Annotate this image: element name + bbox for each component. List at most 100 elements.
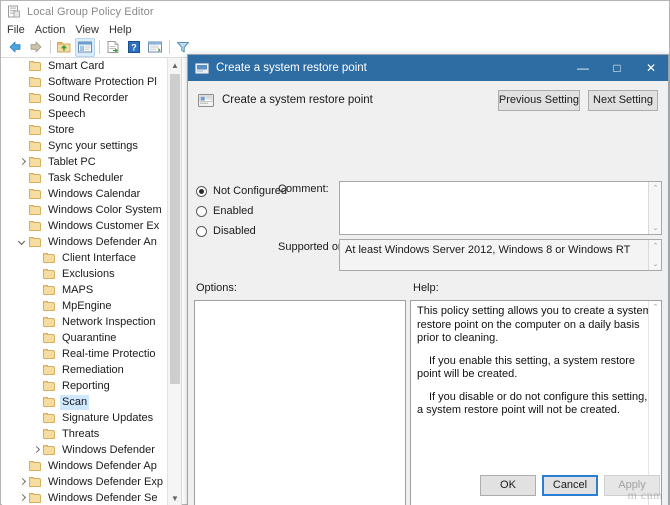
tree-item[interactable]: Windows Calendar bbox=[2, 186, 167, 202]
folder-icon bbox=[43, 428, 56, 440]
window-title: Local Group Policy Editor bbox=[27, 6, 154, 18]
tree-item[interactable]: Windows Color System bbox=[2, 202, 167, 218]
folder-icon bbox=[29, 108, 42, 120]
tree-item[interactable]: Windows Defender bbox=[2, 442, 167, 458]
folder-icon bbox=[29, 92, 42, 104]
radio-disabled[interactable]: Disabled bbox=[196, 221, 306, 241]
menu-action[interactable]: Action bbox=[33, 23, 74, 37]
chevron-down-icon[interactable] bbox=[16, 234, 29, 250]
menu-help[interactable]: Help bbox=[107, 23, 140, 37]
tree-item[interactable]: Windows Defender Exp bbox=[2, 474, 167, 490]
tree-item[interactable]: MpEngine bbox=[2, 298, 167, 314]
tree-item[interactable]: Scan bbox=[2, 394, 167, 410]
tree-item[interactable]: Remediation bbox=[2, 362, 167, 378]
tree-item-label: Reporting bbox=[62, 379, 110, 392]
comment-scroll-up-icon[interactable]: ⌃ bbox=[649, 182, 661, 194]
help-scroll-up-icon[interactable]: ⌃ bbox=[649, 301, 661, 313]
radio-enabled-indicator[interactable] bbox=[196, 205, 207, 217]
tree-item[interactable]: Network Inspection bbox=[2, 314, 167, 330]
radio-enabled[interactable]: Enabled bbox=[196, 201, 306, 221]
folder-icon bbox=[29, 76, 42, 88]
tree-item[interactable]: Sound Recorder bbox=[2, 90, 167, 106]
folder-icon bbox=[29, 492, 42, 504]
chevron-right-icon[interactable] bbox=[16, 154, 29, 170]
console-tree-pane[interactable]: Smart Card Software Protection Pl Sound Re… bbox=[2, 58, 182, 505]
tree-item-label: Remediation bbox=[62, 363, 124, 376]
view-icon[interactable] bbox=[145, 38, 165, 57]
tree-item[interactable]: Windows Customer Ex bbox=[2, 218, 167, 234]
tree-item[interactable]: Tablet PC bbox=[2, 154, 167, 170]
comment-input[interactable]: ⌃ ⌄ bbox=[339, 181, 662, 235]
tree-item[interactable]: Signature Updates bbox=[2, 410, 167, 426]
tree-vertical-scrollbar[interactable]: ▲ ▼ bbox=[167, 58, 181, 505]
tree-item-label: Exclusions bbox=[62, 267, 115, 280]
chevron-right-icon[interactable] bbox=[16, 474, 29, 490]
tree-item-label: Smart Card bbox=[48, 59, 105, 72]
console-icon bbox=[7, 5, 21, 19]
supported-scroll-down-icon[interactable]: ⌄ bbox=[649, 258, 661, 270]
console-tree[interactable]: Smart Card Software Protection Pl Sound Re… bbox=[2, 58, 167, 505]
dialog-header: Create a system restore point Previous S… bbox=[188, 81, 668, 119]
show-hide-tree-icon[interactable] bbox=[75, 37, 95, 57]
tree-item[interactable]: Task Scheduler bbox=[2, 170, 167, 186]
close-button[interactable]: ✕ bbox=[634, 55, 668, 81]
toolbar-separator bbox=[169, 40, 170, 54]
menu-view[interactable]: View bbox=[73, 23, 107, 37]
previous-setting-button[interactable]: Previous Setting bbox=[497, 89, 580, 111]
up-folder-icon[interactable] bbox=[54, 38, 74, 57]
radio-disabled-indicator[interactable] bbox=[196, 225, 207, 237]
tree-item[interactable]: Smart Card bbox=[2, 58, 167, 74]
tree-item[interactable]: Software Protection Pl bbox=[2, 74, 167, 90]
chevron-right-icon[interactable] bbox=[16, 490, 29, 505]
help-icon[interactable]: ? bbox=[124, 38, 144, 57]
radio-not-configured-indicator[interactable] bbox=[196, 185, 207, 197]
tree-item[interactable]: Exclusions bbox=[2, 266, 167, 282]
comment-scroll-down-icon[interactable]: ⌄ bbox=[649, 222, 661, 234]
tree-item-label: Sync your settings bbox=[48, 139, 138, 152]
back-icon[interactable] bbox=[5, 38, 25, 57]
tree-item[interactable]: Windows Defender Ap bbox=[2, 458, 167, 474]
tree-item[interactable]: Sync your settings bbox=[2, 138, 167, 154]
supported-on-scrollbar[interactable]: ⌃ ⌄ bbox=[648, 240, 661, 270]
tree-item[interactable]: Windows Defender Se bbox=[2, 490, 167, 505]
tree-item[interactable]: Speech bbox=[2, 106, 167, 122]
next-setting-button[interactable]: Next Setting bbox=[588, 89, 658, 111]
menu-file[interactable]: File bbox=[7, 23, 33, 37]
tree-item-label: Windows Customer Ex bbox=[48, 219, 160, 232]
tree-item[interactable]: Reporting bbox=[2, 378, 167, 394]
export-list-icon[interactable] bbox=[103, 38, 123, 57]
tree-item-label: Windows Defender Exp bbox=[48, 475, 163, 488]
minimize-button[interactable]: — bbox=[566, 55, 600, 81]
forward-icon[interactable] bbox=[26, 38, 46, 57]
radio-disabled-label: Disabled bbox=[213, 225, 256, 237]
tree-item[interactable]: Real-time Protectio bbox=[2, 346, 167, 362]
chevron-right-icon[interactable] bbox=[30, 442, 43, 458]
folder-icon bbox=[29, 236, 42, 248]
options-label: Options: bbox=[196, 282, 237, 294]
supported-on-field: At least Windows Server 2012, Windows 8 … bbox=[339, 239, 662, 271]
tree-item[interactable]: Windows Defender An bbox=[2, 234, 167, 250]
tree-scroll-down-icon[interactable]: ▼ bbox=[168, 491, 181, 505]
tree-item[interactable]: Client Interface bbox=[2, 250, 167, 266]
tree-scroll-thumb[interactable] bbox=[170, 74, 180, 384]
radio-enabled-label: Enabled bbox=[213, 205, 254, 217]
tree-item[interactable]: Threats bbox=[2, 426, 167, 442]
ok-button[interactable]: OK bbox=[480, 475, 536, 496]
radio-not-configured-label: Not Configured bbox=[213, 185, 287, 197]
maximize-button[interactable]: □ bbox=[600, 55, 634, 81]
supported-scroll-up-icon[interactable]: ⌃ bbox=[649, 240, 661, 252]
tree-item[interactable]: Store bbox=[2, 122, 167, 138]
tree-item[interactable]: Quarantine bbox=[2, 330, 167, 346]
tree-item[interactable]: MAPS bbox=[2, 282, 167, 298]
dialog-titlebar[interactable]: Create a system restore point — □ ✕ bbox=[188, 55, 668, 81]
comment-scrollbar[interactable]: ⌃ ⌄ bbox=[648, 182, 661, 234]
cancel-button[interactable]: Cancel bbox=[542, 475, 598, 496]
folder-icon bbox=[43, 332, 56, 344]
folder-icon bbox=[29, 172, 42, 184]
group-policy-editor-window: Local Group Policy Editor File Action Vi… bbox=[0, 0, 670, 505]
tree-scroll-up-icon[interactable]: ▲ bbox=[168, 58, 181, 72]
